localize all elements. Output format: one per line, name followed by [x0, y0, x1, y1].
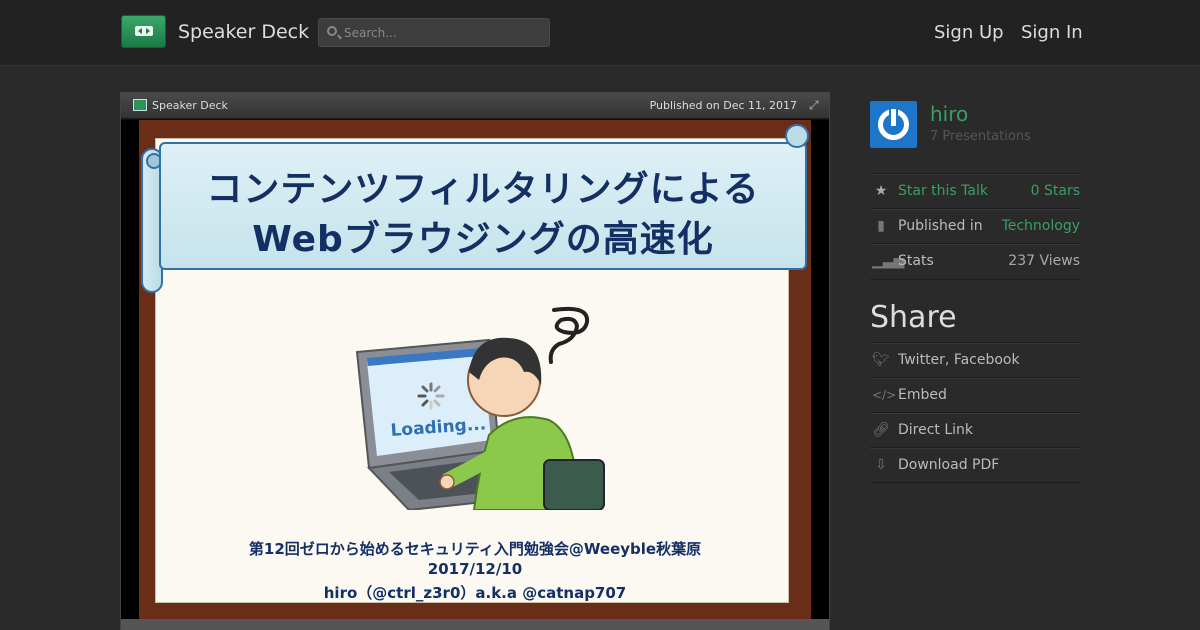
download-pdf-label[interactable]: Download PDF [898, 457, 999, 473]
embed-row[interactable]: </> Embed [870, 377, 1080, 412]
download-icon: ⇩ [875, 457, 887, 473]
published-date: Published on Dec 11, 2017 [649, 99, 797, 112]
published-in-label: Published in [898, 218, 983, 234]
player-brand[interactable]: Speaker Deck [152, 99, 228, 112]
link-icon: 🔗︎ [872, 422, 890, 438]
sign-up-link[interactable]: Sign Up [934, 22, 1004, 43]
search-box[interactable] [318, 18, 550, 47]
slide-event-name: 第12回ゼロから始めるセキュリティ入門勉強会@Weeyble秋葉原 [248, 540, 702, 558]
author-presentations: 7 Presentations [930, 129, 1031, 144]
brand-name[interactable]: Speaker Deck [178, 21, 309, 43]
slide-date: 2017/12/10 [427, 560, 523, 578]
bar-chart-icon: ▁▃▅ [872, 253, 905, 269]
sign-in-link[interactable]: Sign In [1021, 22, 1083, 43]
slide-viewport[interactable]: コンテンツフィルタリングによる Webブラウジングの高速化 Loading...… [121, 120, 829, 620]
embed-label[interactable]: Embed [898, 387, 947, 403]
published-in-row: ▮ Published in Technology [870, 208, 1080, 243]
fullscreen-icon[interactable]: ⤢ [809, 99, 822, 112]
direct-link-row[interactable]: 🔗︎ Direct Link [870, 412, 1080, 447]
views-count: 237 Views [1008, 253, 1080, 269]
speaker-deck-logo-icon[interactable] [121, 15, 166, 48]
stats-label: Stats [898, 253, 934, 269]
author-avatar[interactable] [870, 101, 917, 148]
title-scroll-banner: コンテンツフィルタリングによる Webブラウジングの高速化 [139, 124, 809, 293]
bird-icon: 🐦︎ [872, 352, 890, 368]
sidebar-divider [870, 279, 1080, 280]
share-heading: Share [870, 300, 957, 335]
share-social-label[interactable]: Twitter, Facebook [898, 352, 1020, 368]
slide-author: hiro（@ctrl_z3r0）a.k.a @catnap707 [323, 584, 627, 602]
search-icon [327, 26, 337, 36]
player-toolbar: Speaker Deck Published on Dec 11, 2017 ⤢ [121, 93, 829, 119]
scroll-curl-right [785, 124, 809, 148]
slide-player: Speaker Deck Published on Dec 11, 2017 ⤢… [120, 92, 830, 630]
slide-title-line2: Webブラウジングの高速化 [252, 219, 714, 260]
direct-link-label[interactable]: Direct Link [898, 422, 973, 438]
stats-row: ▁▃▅ Stats 237 Views [870, 243, 1080, 278]
star-talk-label[interactable]: Star this Talk [898, 183, 988, 199]
share-social-row[interactable]: 🐦︎ Twitter, Facebook [870, 342, 1080, 377]
category-link[interactable]: Technology [1002, 218, 1080, 234]
author-name[interactable]: hiro [930, 102, 968, 126]
star-icon: ★ [874, 183, 888, 199]
player-progress-strip[interactable] [121, 619, 829, 630]
search-input[interactable] [344, 23, 544, 43]
top-header: Speaker Deck Sign Up Sign In [0, 0, 1200, 66]
slide-title-line1: コンテンツフィルタリングによる [206, 169, 760, 210]
slide-frame: コンテンツフィルタリングによる Webブラウジングの高速化 Loading...… [139, 120, 811, 620]
bookmark-icon: ▮ [877, 218, 885, 234]
code-icon: </> [872, 388, 897, 402]
star-talk-row[interactable]: ★ Star this Talk 0 Stars [870, 173, 1080, 208]
mini-logo-icon[interactable] [133, 99, 147, 111]
download-pdf-row[interactable]: ⇩ Download PDF [870, 447, 1080, 482]
loading-person-illustration: Loading... [355, 306, 605, 510]
sidebar-bottom-divider [870, 482, 1080, 483]
stars-count: 0 Stars [1030, 183, 1080, 199]
